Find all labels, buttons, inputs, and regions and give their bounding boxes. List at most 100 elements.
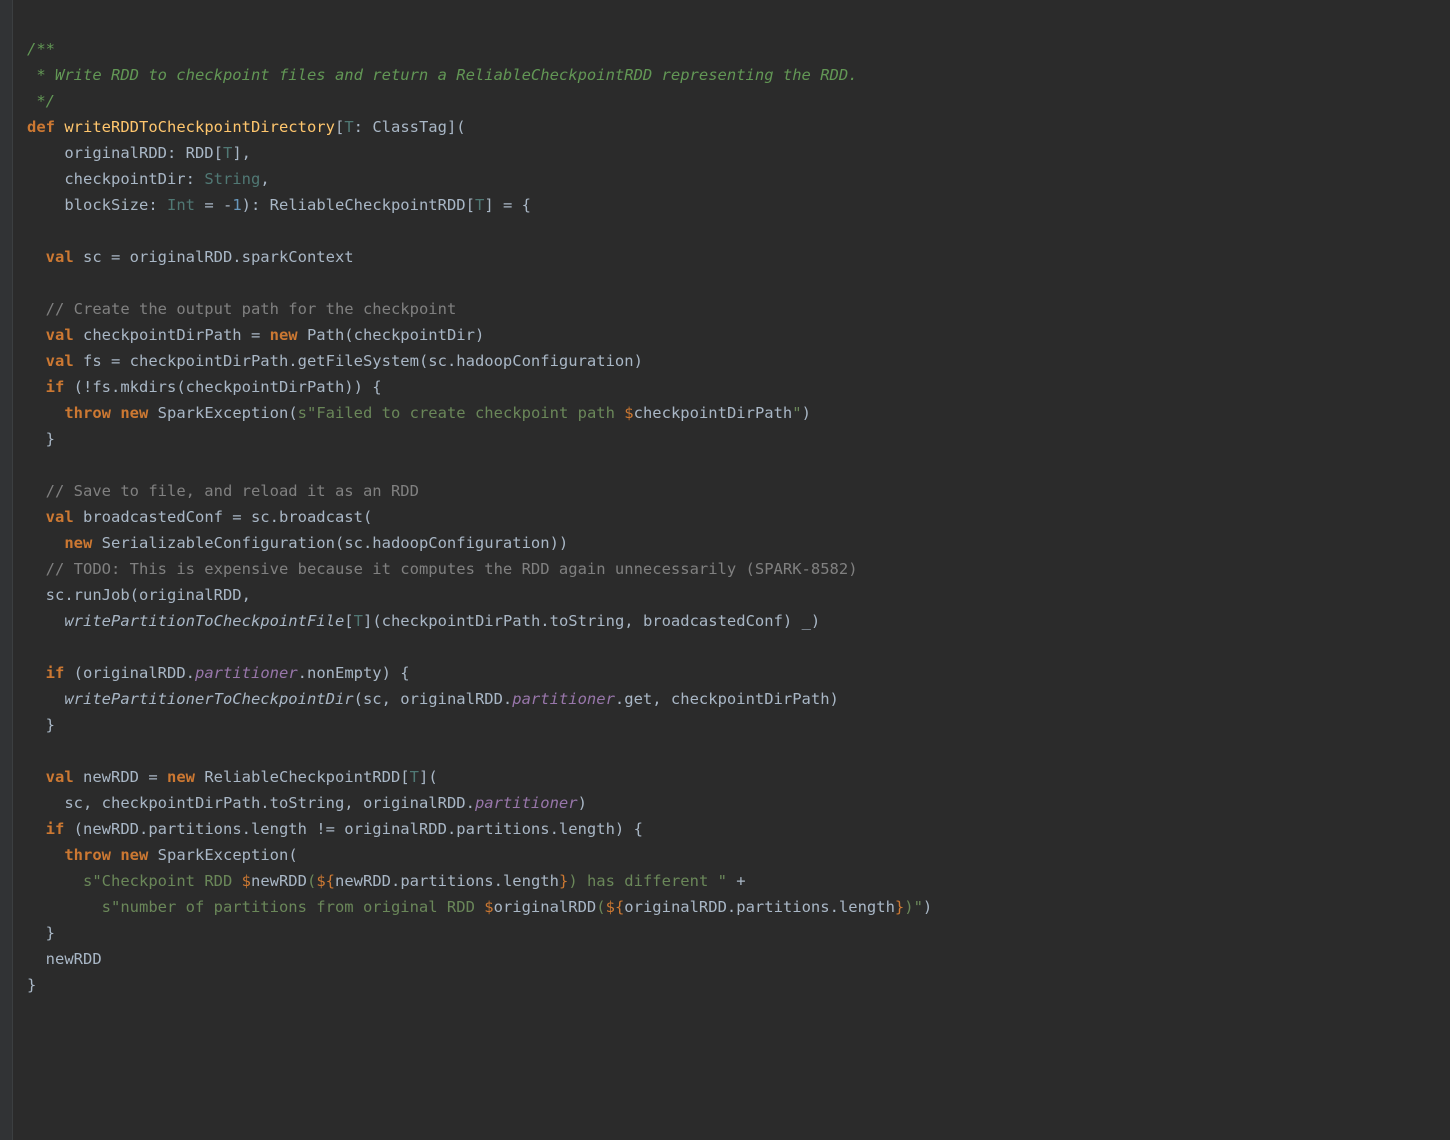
type-param: T	[410, 768, 419, 786]
number: 1	[232, 196, 241, 214]
type-param: T	[344, 118, 353, 136]
sig-rest: : ClassTag](	[354, 118, 466, 136]
cond: (newRDD.partitions.length != originalRDD…	[64, 820, 643, 838]
doc-comment-close: */	[27, 92, 55, 110]
val-keyword: val	[46, 248, 74, 266]
sp	[111, 404, 120, 422]
eq: =	[195, 196, 223, 214]
param-line: ],	[232, 144, 251, 162]
if-keyword: if	[46, 664, 65, 682]
interp-expr: originalRDD.partitions.length	[624, 898, 895, 916]
class: SparkException(	[148, 846, 297, 864]
stmt: checkpointDirPath =	[74, 326, 270, 344]
stmt: broadcastedConf = sc.broadcast(	[74, 508, 373, 526]
gutter	[0, 0, 13, 1140]
type-param: T	[354, 612, 363, 630]
type-param: T	[475, 196, 484, 214]
val-keyword: val	[46, 352, 74, 370]
comment: // Save to file, and reload it as an RDD	[46, 482, 419, 500]
args: )	[578, 794, 587, 812]
doc-comment-line: * Write RDD to checkpoint files and retu…	[27, 66, 858, 84]
new-keyword: new	[270, 326, 298, 344]
cond: (originalRDD.	[64, 664, 195, 682]
args: .get, checkpointDirPath)	[615, 690, 839, 708]
interp-open: ${	[316, 872, 335, 890]
neg: -	[223, 196, 232, 214]
stmt: Path(checkpointDir)	[298, 326, 485, 344]
val-keyword: val	[46, 326, 74, 344]
string: )"	[904, 898, 923, 916]
throw-keyword: throw	[64, 846, 111, 864]
method-call: writePartitionerToCheckpointDir	[64, 690, 353, 708]
interp-var: newRDD	[251, 872, 307, 890]
class: SparkException(	[148, 404, 297, 422]
param-line: checkpointDir:	[27, 170, 204, 188]
interp-close: }	[895, 898, 904, 916]
comment-todo: // TODO: This is expensive because it co…	[46, 560, 858, 578]
type-param: T	[223, 144, 232, 162]
new-keyword: new	[167, 768, 195, 786]
interp-open: ${	[606, 898, 625, 916]
brace: }	[46, 430, 55, 448]
throw-keyword: throw	[64, 404, 111, 422]
type-name: Int	[167, 196, 195, 214]
interp-close: }	[559, 872, 568, 890]
return-expr: newRDD	[46, 950, 102, 968]
if-keyword: if	[46, 378, 65, 396]
field: partitioner	[195, 664, 298, 682]
stmt: newRDD =	[74, 768, 167, 786]
args: sc, checkpointDirPath.toString, original…	[46, 794, 475, 812]
interp-var: originalRDD	[494, 898, 597, 916]
string: "	[792, 404, 801, 422]
bracket: [	[335, 118, 344, 136]
interp-dollar: $	[624, 404, 633, 422]
new-keyword: new	[64, 534, 92, 552]
brace: }	[27, 976, 36, 994]
paren: )	[802, 404, 811, 422]
cond: (!fs.mkdirs(checkpointDirPath)) {	[64, 378, 381, 396]
val-keyword: val	[46, 768, 74, 786]
type-name: String	[204, 170, 260, 188]
param-line: ): ReliableCheckpointRDD[	[242, 196, 475, 214]
stmt: ReliableCheckpointRDD[	[195, 768, 410, 786]
doc-comment-open: /**	[27, 40, 55, 58]
stmt: SerializableConfiguration(sc.hadoopConfi…	[92, 534, 568, 552]
param-line: ] = {	[484, 196, 531, 214]
stmt: sc = originalRDD.sparkContext	[74, 248, 354, 266]
code-editor[interactable]: /** * Write RDD to checkpoint files and …	[0, 0, 1450, 1140]
field: partitioner	[475, 794, 578, 812]
args: ](checkpointDirPath.toString, broadcaste…	[363, 612, 820, 630]
stmt: sc.runJob(originalRDD,	[46, 586, 251, 604]
new-keyword: new	[120, 404, 148, 422]
plus: +	[727, 872, 746, 890]
bracket: [	[344, 612, 353, 630]
cond: .nonEmpty) {	[298, 664, 410, 682]
method-name: writeRDDToCheckpointDirectory	[64, 118, 335, 136]
comment: // Create the output path for the checkp…	[46, 300, 457, 318]
method-call: writePartitionToCheckpointFile	[64, 612, 344, 630]
string: (	[596, 898, 605, 916]
interp-dollar: $	[242, 872, 251, 890]
brace: }	[46, 716, 55, 734]
paren: )	[923, 898, 932, 916]
stmt: fs = checkpointDirPath.getFileSystem(sc.…	[74, 352, 643, 370]
new-keyword: new	[120, 846, 148, 864]
param-line: blockSize:	[27, 196, 167, 214]
stmt: ](	[419, 768, 438, 786]
code-area[interactable]: /** * Write RDD to checkpoint files and …	[13, 0, 932, 1140]
string: s"Failed to create checkpoint path	[298, 404, 625, 422]
interp-dollar: $	[484, 898, 493, 916]
string: ) has different "	[568, 872, 727, 890]
sp	[111, 846, 120, 864]
val-keyword: val	[46, 508, 74, 526]
field: partitioner	[512, 690, 615, 708]
brace: }	[46, 924, 55, 942]
def-keyword: def	[27, 118, 55, 136]
interp-var: checkpointDirPath	[634, 404, 793, 422]
interp-expr: newRDD.partitions.length	[335, 872, 559, 890]
string: s"number of partitions from original RDD	[102, 898, 485, 916]
param-line: ,	[260, 170, 269, 188]
string: (	[307, 872, 316, 890]
string: s"Checkpoint RDD	[83, 872, 242, 890]
args: (sc, originalRDD.	[354, 690, 513, 708]
